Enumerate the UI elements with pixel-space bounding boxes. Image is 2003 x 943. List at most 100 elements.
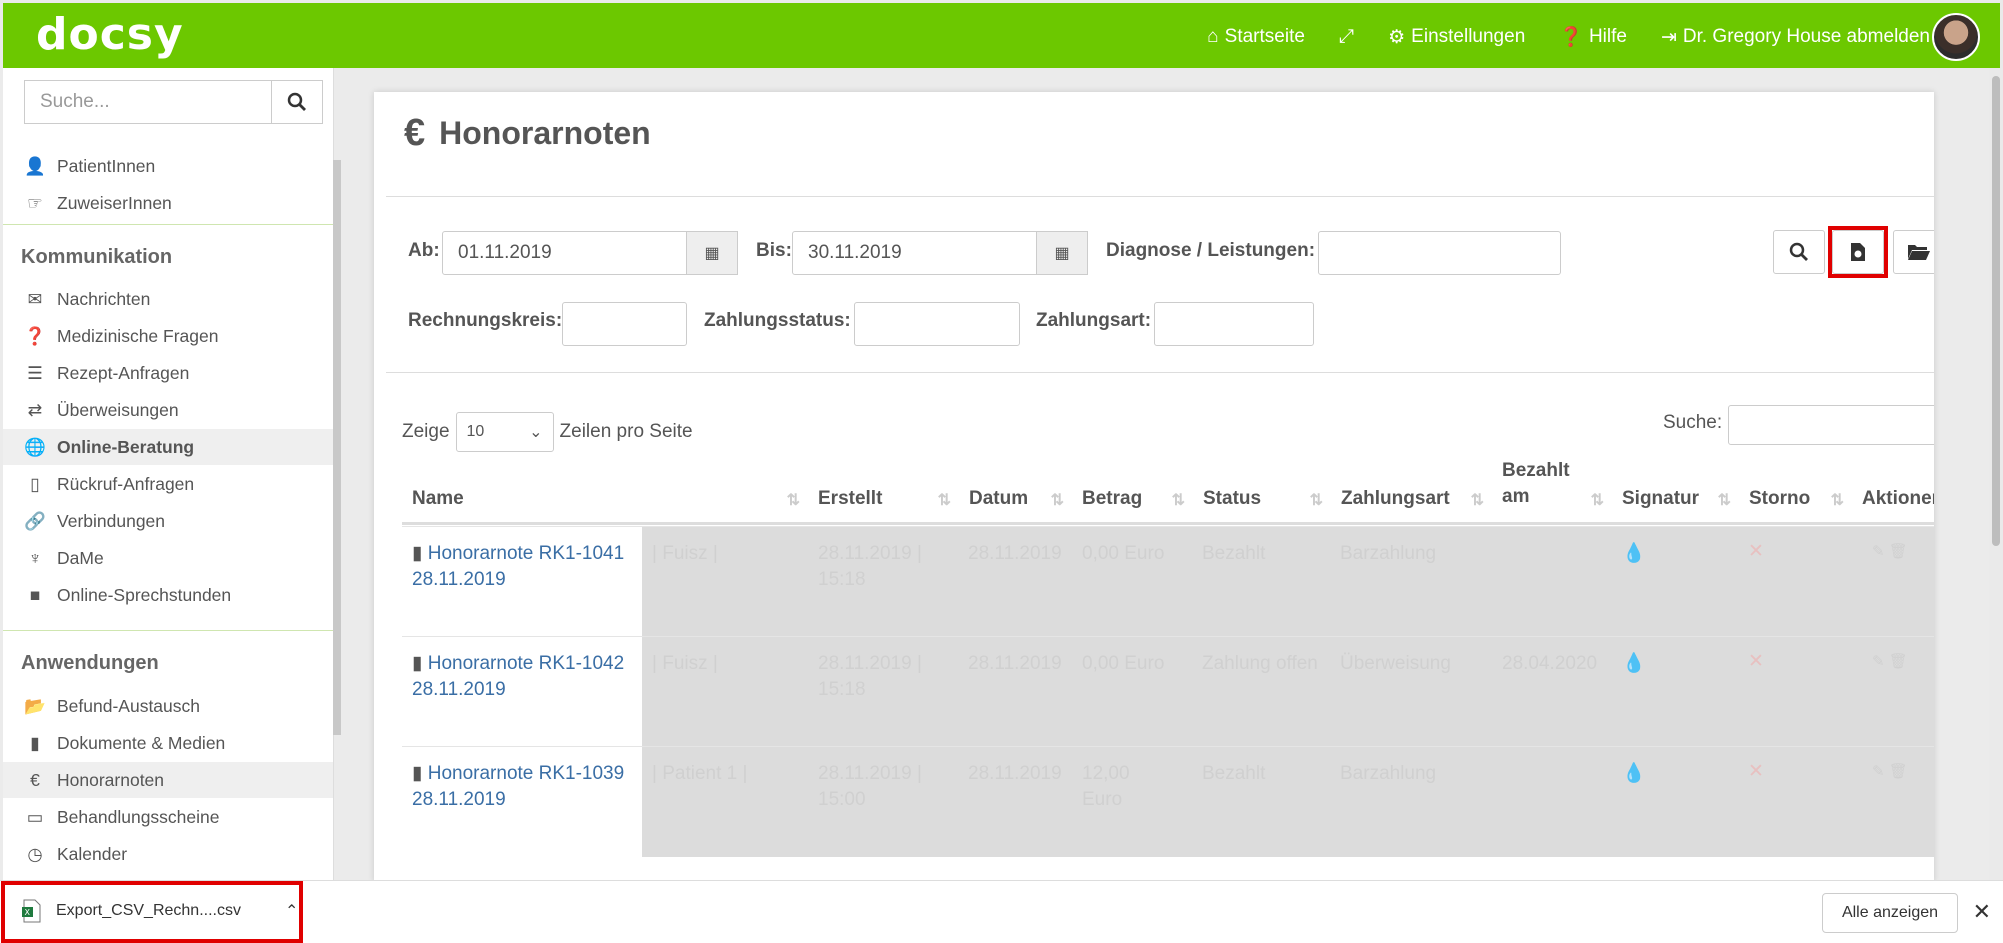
cell-paid_at: 28.04.2020 [1502,653,1598,674]
invoice-link[interactable]: ▮ Honorarnote RK1-1041 28.11.2019 [412,541,642,593]
sidebar-item-dokumente-medien[interactable]: ▮ Dokumente & Medien [3,725,333,761]
calendar-icon: ▦ [704,245,720,262]
invoice-link[interactable]: ▮ Honorarnote RK1-1042 28.11.2019 [412,651,642,703]
sidebar-item-nachrichten[interactable]: ✉ Nachrichten [3,281,333,317]
cell-paytype: Überweisung [1340,653,1451,674]
chevron-down-icon: ⌄ [529,424,543,441]
invoice-link[interactable]: ▮ Honorarnote RK1-1039 28.11.2019 [412,761,642,813]
page-title: € Honorarnoten [404,112,651,154]
exchange-icon: ⇄ [27,399,43,420]
column-header-betrag[interactable]: Betrag ⇅ [1072,456,1193,522]
euro-icon: € [404,112,426,154]
sidebar-item-rezept-anfragen[interactable]: ☰ Rezept-Anfragen [3,355,333,391]
column-header-zahlungsart[interactable]: Zahlungsart ⇅ [1331,456,1492,522]
column-header-bezahlt-am[interactable]: Bezahlt am ⇅ [1492,456,1612,522]
nav-help[interactable]: ❓ Hilfe [1559,25,1627,49]
sidebar-item-überweisungen[interactable]: ⇄ Überweisungen [3,392,333,428]
sidebar-item-medizinische-fragen[interactable]: ❓ Medizinische Fragen [3,318,333,354]
sort-icon: ⇅ [1309,492,1323,509]
nav-logout[interactable]: ⇥ Dr. Gregory House abmelden [1661,26,1930,49]
from-calendar-button[interactable]: ▦ [686,231,738,275]
highlight-export [1828,226,1888,278]
close-icon[interactable]: ✕ [1973,899,1991,925]
to-calendar-button[interactable]: ▦ [1036,231,1088,275]
cell-datum: 28.11.2019 [968,543,1062,564]
page-size-select[interactable]: 10 ⌄ [455,412,554,452]
page-scrollbar[interactable] [1989,68,2003,880]
table-row: ▮ Honorarnote RK1-1042 28.11.2019 | Fuisz … [402,636,1934,747]
table-row: ▮ Honorarnote RK1-1041 28.11.2019 | Fuisz … [402,526,1934,637]
search-icon [1789,242,1808,261]
mobile-icon: ▯ [30,473,40,494]
sidebar-item-zuweiserinnen[interactable]: ☞ ZuweiserInnen [3,185,333,221]
sort-icon: ⇅ [1830,492,1844,509]
column-header-erstellt[interactable]: Erstellt ⇅ [808,456,959,522]
clock-icon: ◷ [27,843,43,864]
sidebar-search-input[interactable]: Suche... [25,81,271,123]
globe-icon: 🌐 [24,436,46,457]
sidebar-item-verbindungen[interactable]: 🔗 Verbindungen [3,503,333,539]
user-icon: 👤 [24,155,46,176]
column-header-datum[interactable]: Datum ⇅ [959,456,1072,522]
paystatus-input[interactable] [854,302,1020,346]
action-icons[interactable]: ✎ 🗑 [1872,757,1908,787]
cell-amount: 0,00 Euro [1082,543,1165,564]
storno-icon: ✕ [1748,541,1764,562]
divider [3,224,333,225]
cell-created: 28.11.2019 | 15:18 [818,543,922,590]
nav-settings[interactable]: ⚙ Einstellungen [1388,26,1525,49]
show-all-downloads-button[interactable]: Alle anzeigen [1822,893,1958,933]
cell-amount: 0,00 Euro [1082,653,1165,674]
sidebar-scrollbar[interactable] [333,160,341,735]
search-icon [287,92,306,111]
search-button[interactable] [1773,230,1825,274]
column-header-aktionen: Aktionen [1862,488,1934,509]
diagnosis-input[interactable] [1318,231,1561,275]
avatar[interactable] [1932,13,1980,61]
sidebar-item-befund-austausch[interactable]: 📂 Befund-Austausch [3,688,333,724]
sidebar-item-patientinnen[interactable]: 👤 PatientInnen [3,148,333,184]
cell-status: Bezahlt [1202,763,1266,784]
page-size-control: Zeige 10 ⌄ Zeilen pro Seite [402,412,693,452]
action-icons[interactable]: ✎ 🗑 [1872,537,1908,567]
search-button[interactable] [271,81,322,123]
cell-status: Bezahlt [1202,543,1266,564]
sidebar-item-online-sprechstunden[interactable]: ■ Online-Sprechstunden [3,577,333,613]
sidebar-item-behandlungsscheine[interactable]: ▭ Behandlungsscheine [3,799,333,835]
home-icon: ⌂ [1207,26,1219,47]
table-row: ▮ Honorarnote RK1-1039 28.11.2019 | Patien… [402,746,1934,857]
cell-amount: 12,00 Euro [1082,763,1130,810]
action-icons[interactable]: ✎ 🗑 [1872,647,1908,677]
from-label: Ab: [408,240,440,261]
file-icon: ▮ [412,543,428,564]
sidebar-item-kalender[interactable]: ◷ Kalender [3,836,333,872]
storno-icon: ✕ [1748,761,1764,782]
from-date-input[interactable]: 01.11.2019 [442,231,688,275]
envelope-icon: ✉ [27,288,43,309]
main-card: € Honorarnoten Ab: 01.11.2019 ▦ Bis: 30.1… [374,92,1934,882]
sort-icon: ⇅ [1171,492,1185,509]
paytype-label: Zahlungsart: [1036,310,1152,331]
gear-icon: ⚙ [1388,26,1406,48]
sidebar-item-rückruf-anfragen[interactable]: ▯ Rückruf-Anfragen [3,466,333,502]
table-search-input[interactable] [1728,405,1934,445]
dame-icon: ♆ [28,547,42,568]
circle-input[interactable] [562,302,687,346]
sidebar-item-dame[interactable]: ♆ DaMe [3,540,333,576]
cell-patient: | Patient 1 | [652,763,748,784]
storno-icon: ✕ [1748,651,1764,672]
logo[interactable]: docsy [36,9,184,60]
folder-open-icon: 📂 [24,695,46,716]
sidebar-item-online-beratung[interactable]: 🌐 Online-Beratung [3,429,333,465]
paytype-input[interactable] [1154,302,1314,346]
column-header-storno[interactable]: Storno ⇅ [1739,456,1852,522]
calendar-icon: ▦ [1054,245,1070,262]
fullscreen-icon[interactable]: ⤢ [1339,26,1354,48]
column-header-name[interactable]: Name ⇅ [402,456,808,522]
column-header-status[interactable]: Status ⇅ [1193,456,1331,522]
to-date-input[interactable]: 30.11.2019 [792,231,1038,275]
open-folder-button[interactable] [1893,230,1934,274]
nav-home[interactable]: ⌂ Startseite [1207,26,1305,48]
sidebar-item-honorarnoten[interactable]: € Honorarnoten [3,762,333,798]
column-header-signatur[interactable]: Signatur ⇅ [1612,456,1739,522]
